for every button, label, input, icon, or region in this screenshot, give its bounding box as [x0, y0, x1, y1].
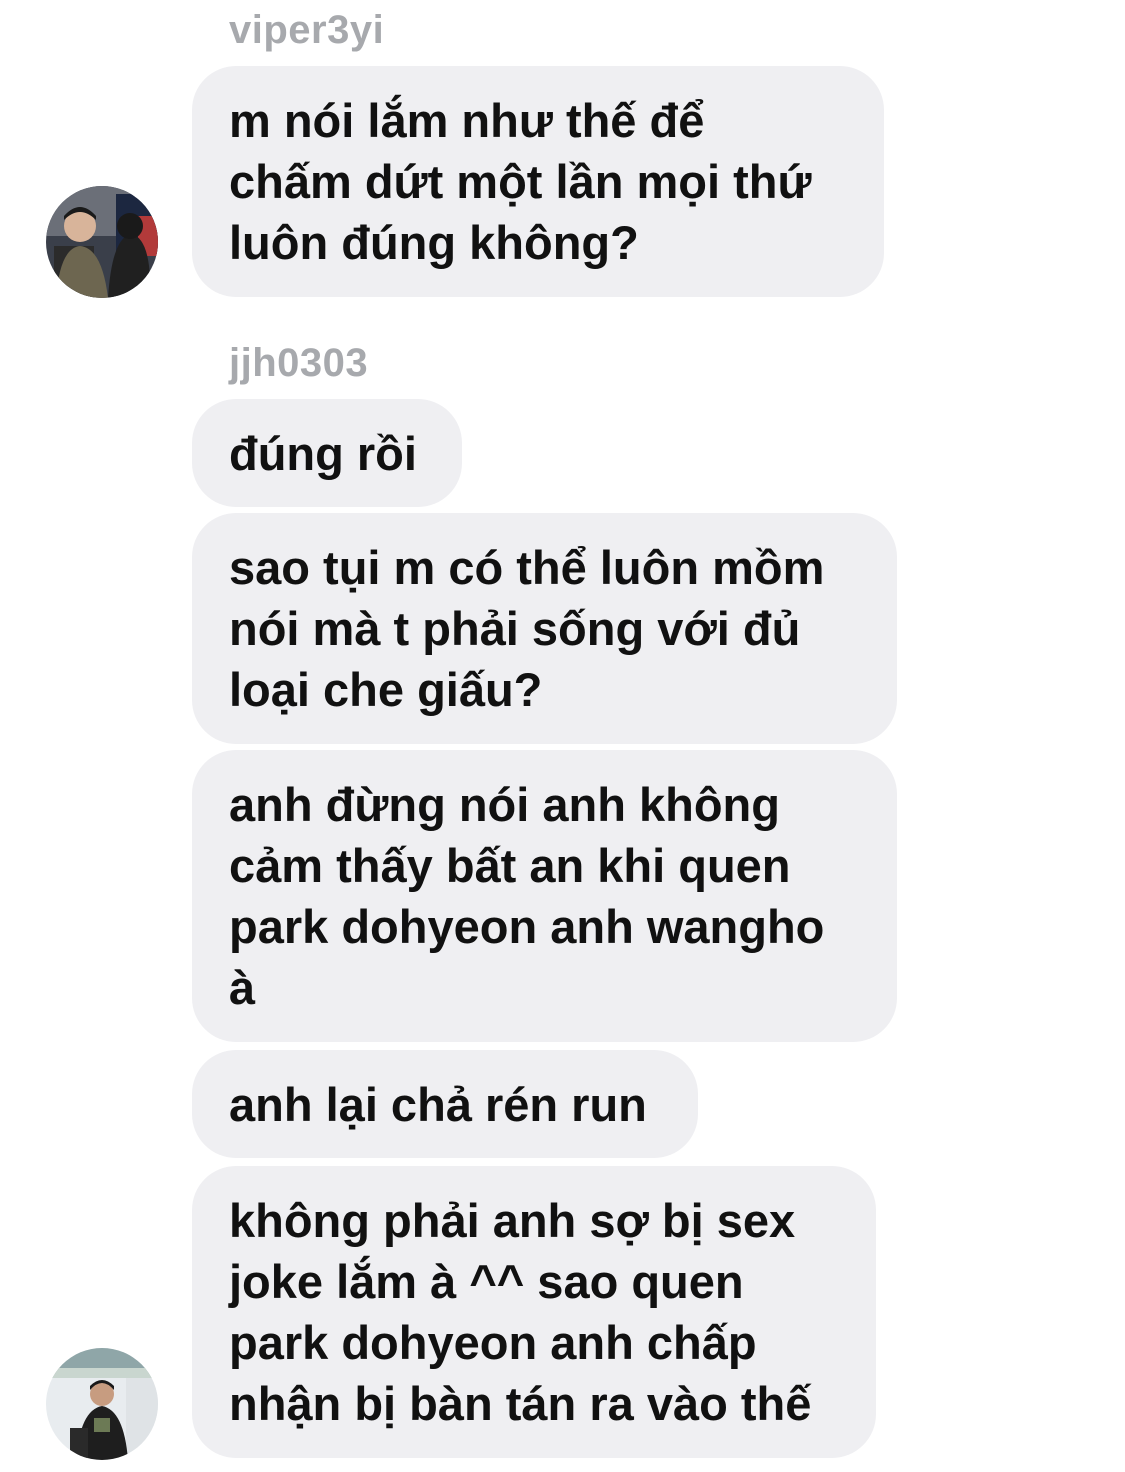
message-bubble[interactable]: đúng rồi	[192, 399, 462, 507]
message-bubble[interactable]: không phải anh sợ bị sex joke lắm à ^^ s…	[192, 1166, 876, 1458]
sender-name: jjh0303	[229, 341, 369, 385]
profile-photo-icon	[46, 186, 158, 298]
avatar[interactable]	[46, 1348, 158, 1460]
message-text: m nói lắm như thế để chấm dứt một lần mọ…	[229, 94, 812, 269]
message-bubble[interactable]: anh lại chả rén run	[192, 1050, 698, 1158]
avatar[interactable]	[46, 186, 158, 298]
message-bubble[interactable]: m nói lắm như thế để chấm dứt một lần mọ…	[192, 66, 884, 297]
message-text: sao tụi m có thể luôn mồm nói mà t phải …	[229, 541, 825, 716]
profile-photo-icon	[46, 1348, 158, 1460]
message-text: đúng rồi	[229, 426, 417, 480]
message-text: anh lại chả rén run	[229, 1077, 647, 1131]
message-bubble[interactable]: sao tụi m có thể luôn mồm nói mà t phải …	[192, 513, 897, 744]
message-bubble[interactable]: anh đừng nói anh không cảm thấy bất an k…	[192, 750, 897, 1042]
message-text: anh đừng nói anh không cảm thấy bất an k…	[229, 778, 825, 1014]
sender-name: viper3yi	[229, 8, 385, 52]
message-text: không phải anh sợ bị sex joke lắm à ^^ s…	[229, 1194, 812, 1430]
